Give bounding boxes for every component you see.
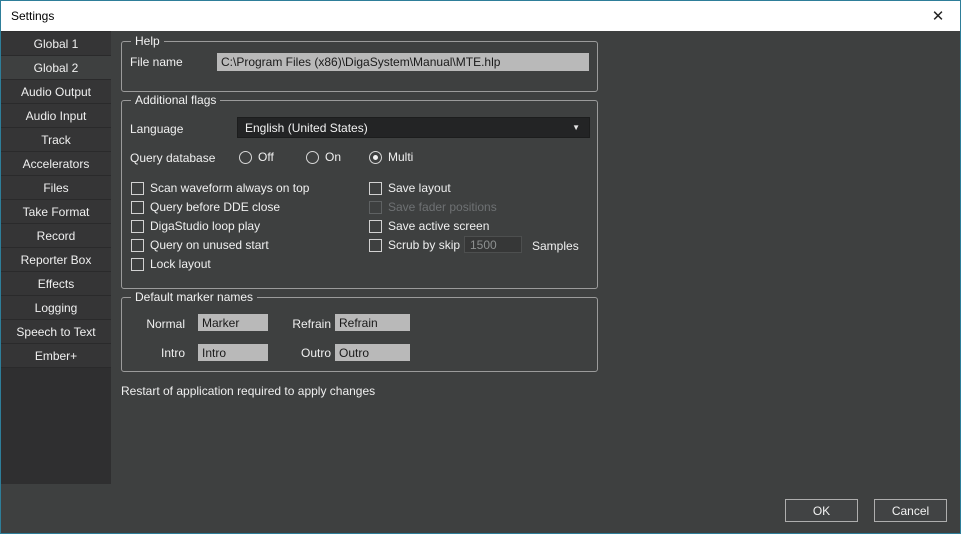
checkbox-label: Query on unused start (150, 238, 269, 252)
checkbox-label: Lock layout (150, 257, 211, 271)
additional-flags-group: Additional flags Language English (Unite… (121, 100, 598, 289)
window-title: Settings (1, 9, 54, 23)
sidebar-item-audio-input[interactable]: Audio Input (1, 104, 111, 128)
checkbox-label: Save layout (388, 181, 451, 195)
radio-query-on[interactable]: On (306, 150, 341, 164)
sidebar-item-global-2[interactable]: Global 2 (1, 56, 111, 80)
marker-normal-input[interactable] (198, 314, 268, 331)
sidebar-item-track[interactable]: Track (1, 128, 111, 152)
checkbox-digastudio-loop-play[interactable]: DigaStudio loop play (131, 219, 260, 233)
checkbox-save-layout[interactable]: Save layout (369, 181, 451, 195)
default-marker-names-group: Default marker names Normal Refrain Intr… (121, 297, 598, 372)
radio-icon[interactable] (369, 151, 382, 164)
sidebar-item-global-1[interactable]: Global 1 (1, 32, 111, 56)
marker-group-title: Default marker names (131, 290, 257, 304)
marker-intro-label: Intro (130, 346, 185, 360)
marker-normal-label: Normal (130, 317, 185, 331)
checkbox-label: Scan waveform always on top (150, 181, 309, 195)
sidebar-item-audio-output[interactable]: Audio Output (1, 80, 111, 104)
close-icon[interactable]: ✕ (916, 1, 960, 31)
marker-refrain-input[interactable] (335, 314, 410, 331)
checkbox-label: Save active screen (388, 219, 489, 233)
checkbox-icon[interactable] (131, 220, 144, 233)
settings-dialog: Settings ✕ Global 1 Global 2 Audio Outpu… (0, 0, 961, 534)
checkbox-icon[interactable] (131, 239, 144, 252)
checkbox-save-fader-positions: Save fader positions (369, 200, 497, 214)
radio-label: Off (258, 150, 274, 164)
title-bar: Settings ✕ (1, 1, 960, 31)
checkbox-icon[interactable] (131, 182, 144, 195)
help-group: Help File name (121, 41, 598, 92)
settings-category-sidebar: Global 1 Global 2 Audio Output Audio Inp… (1, 31, 111, 484)
radio-label: Multi (388, 150, 413, 164)
language-label: Language (130, 122, 183, 136)
radio-icon[interactable] (239, 151, 252, 164)
checkbox-label: Save fader positions (388, 200, 497, 214)
checkbox-query-on-unused-start[interactable]: Query on unused start (131, 238, 269, 252)
sidebar-item-logging[interactable]: Logging (1, 296, 111, 320)
help-group-title: Help (131, 34, 164, 48)
chevron-down-icon: ▼ (572, 123, 582, 132)
restart-note: Restart of application required to apply… (121, 384, 375, 398)
cancel-button[interactable]: Cancel (874, 499, 947, 522)
sidebar-item-speech-to-text[interactable]: Speech to Text (1, 320, 111, 344)
checkbox-lock-layout[interactable]: Lock layout (131, 257, 211, 271)
sidebar-item-accelerators[interactable]: Accelerators (1, 152, 111, 176)
sidebar-item-reporter-box[interactable]: Reporter Box (1, 248, 111, 272)
checkbox-save-active-screen[interactable]: Save active screen (369, 219, 489, 233)
sidebar-item-ember[interactable]: Ember+ (1, 344, 111, 368)
samples-unit-label: Samples (532, 239, 579, 253)
sidebar-item-effects[interactable]: Effects (1, 272, 111, 296)
sidebar-item-record[interactable]: Record (1, 224, 111, 248)
marker-outro-label: Outro (288, 346, 331, 360)
marker-intro-input[interactable] (198, 344, 268, 361)
checkbox-icon[interactable] (369, 220, 382, 233)
checkbox-icon[interactable] (131, 258, 144, 271)
help-file-name-input[interactable] (217, 53, 589, 71)
file-name-label: File name (130, 55, 183, 69)
radio-label: On (325, 150, 341, 164)
checkbox-scrub-by-skip[interactable]: Scrub by skip (369, 238, 460, 252)
sidebar-item-files[interactable]: Files (1, 176, 111, 200)
checkbox-label: Query before DDE close (150, 200, 280, 214)
checkbox-icon[interactable] (131, 201, 144, 214)
checkbox-label: DigaStudio loop play (150, 219, 260, 233)
query-database-label: Query database (130, 151, 215, 165)
checkbox-label: Scrub by skip (388, 238, 460, 252)
checkbox-icon (369, 201, 382, 214)
language-dropdown-value: English (United States) (245, 121, 572, 135)
ok-button[interactable]: OK (785, 499, 858, 522)
scrub-samples-input (464, 236, 522, 253)
checkbox-query-before-dde-close[interactable]: Query before DDE close (131, 200, 280, 214)
sidebar-item-take-format[interactable]: Take Format (1, 200, 111, 224)
radio-query-off[interactable]: Off (239, 150, 274, 164)
marker-refrain-label: Refrain (288, 317, 331, 331)
marker-outro-input[interactable] (335, 344, 410, 361)
additional-flags-group-title: Additional flags (131, 93, 220, 107)
checkbox-scan-waveform-always-on-top[interactable]: Scan waveform always on top (131, 181, 309, 195)
language-dropdown[interactable]: English (United States) ▼ (237, 117, 590, 138)
radio-icon[interactable] (306, 151, 319, 164)
radio-query-multi[interactable]: Multi (369, 150, 413, 164)
checkbox-icon[interactable] (369, 239, 382, 252)
checkbox-icon[interactable] (369, 182, 382, 195)
